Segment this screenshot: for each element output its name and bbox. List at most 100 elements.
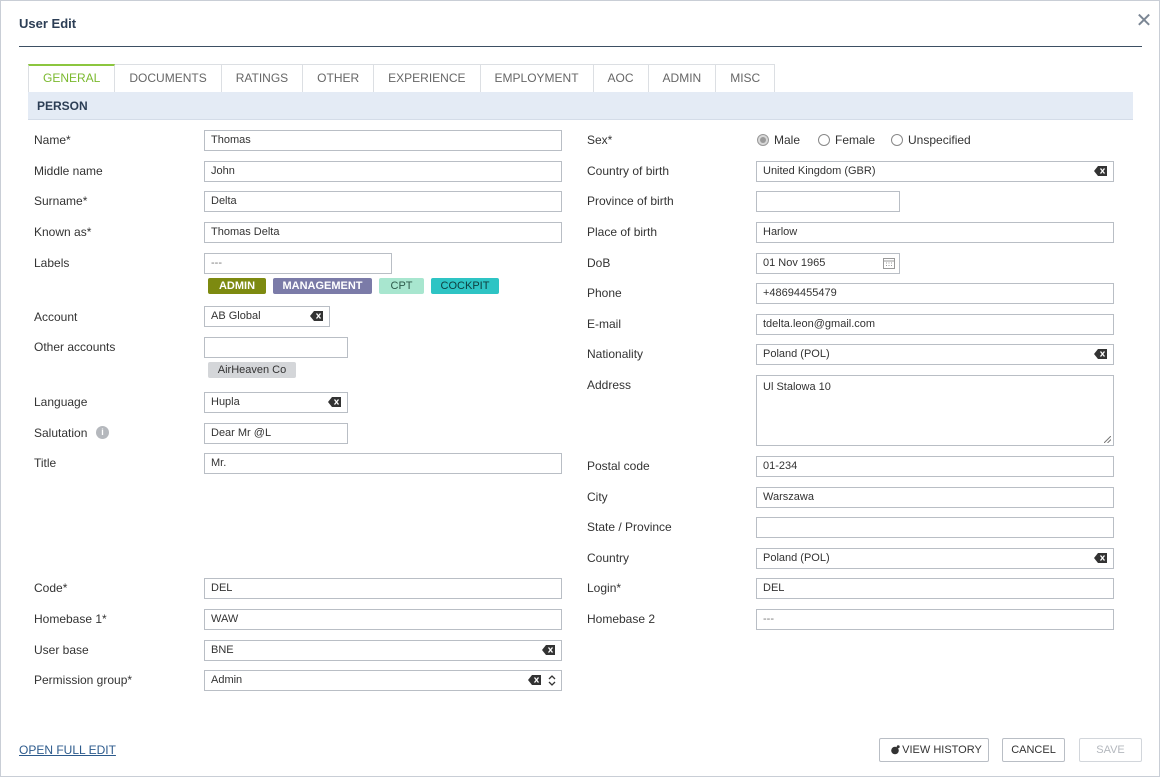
tab-employment[interactable]: EMPLOYMENT — [480, 64, 594, 92]
code-input[interactable]: DEL — [204, 578, 562, 599]
label-tag-management[interactable]: MANAGEMENT — [273, 278, 372, 294]
clear-icon[interactable] — [310, 311, 323, 321]
dob-label: DoB — [587, 256, 611, 270]
phone-input[interactable]: +48694455479 — [756, 283, 1114, 304]
postal-code-label: Postal code — [587, 459, 650, 473]
title-input[interactable]: Mr. — [204, 453, 562, 474]
tab-documents[interactable]: DOCUMENTS — [115, 64, 222, 92]
open-full-edit-link[interactable]: OPEN FULL EDIT — [19, 743, 116, 757]
name-label: Name* — [34, 133, 71, 147]
clear-icon[interactable] — [1094, 166, 1107, 176]
address-value: Ul Stalowa 10 — [763, 381, 831, 393]
code-label: Code* — [34, 581, 68, 595]
name-input[interactable]: Thomas — [204, 130, 562, 151]
login-input[interactable]: DEL — [756, 578, 1114, 599]
country-label: Country — [587, 551, 630, 565]
info-icon[interactable]: i — [96, 426, 109, 439]
tab-ratings[interactable]: RATINGS — [221, 64, 304, 92]
clear-icon[interactable] — [328, 397, 341, 407]
section-title: PERSON — [37, 99, 88, 113]
surname-label: Surname* — [34, 194, 88, 208]
homebase1-input[interactable]: WAW — [204, 609, 562, 630]
country-of-birth-select[interactable]: United Kingdom (GBR) — [756, 161, 1114, 182]
history-icon — [891, 745, 900, 755]
user-base-label: User base — [34, 643, 89, 657]
save-button[interactable]: SAVE — [1079, 738, 1142, 762]
salutation-label: Salutation — [34, 426, 88, 440]
permission-group-label: Permission group* — [34, 673, 133, 687]
country-of-birth-value: United Kingdom (GBR) — [763, 165, 876, 177]
language-label: Language — [34, 395, 88, 409]
permission-group-select[interactable]: Admin — [204, 670, 562, 691]
place-of-birth-label: Place of birth — [587, 225, 658, 239]
dob-input[interactable]: 01 Nov 1965 — [756, 253, 900, 274]
clear-icon[interactable] — [528, 675, 541, 685]
account-value: AB Global — [211, 310, 261, 322]
nationality-select[interactable]: Poland (POL) — [756, 344, 1114, 365]
cancel-button[interactable]: CANCEL — [1002, 738, 1065, 762]
tab-general[interactable]: GENERAL — [28, 64, 116, 92]
city-input[interactable]: Warszawa — [756, 487, 1114, 508]
salutation-input[interactable]: Dear Mr @L — [204, 423, 348, 444]
login-label: Login* — [587, 581, 622, 595]
email-input[interactable]: tdelta.leon@gmail.com — [756, 314, 1114, 335]
sex-label: Sex* — [587, 133, 613, 147]
resize-handle-icon[interactable] — [1104, 436, 1111, 443]
view-history-label: VIEW HISTORY — [902, 744, 982, 756]
label-tag-admin[interactable]: ADMIN — [208, 278, 266, 294]
radio-male[interactable] — [757, 134, 769, 146]
homebase2-label: Homebase 2 — [587, 612, 656, 626]
user-edit-dialog: User Edit ✕ GENERAL DOCUMENTS RATINGS OT… — [0, 0, 1160, 777]
clear-icon[interactable] — [1094, 349, 1107, 359]
user-base-select[interactable]: BNE — [204, 640, 562, 661]
chevron-updown-icon[interactable] — [548, 674, 556, 687]
label-tag-cockpit[interactable]: COCKPIT — [431, 278, 499, 294]
radio-female[interactable] — [818, 134, 830, 146]
nationality-value: Poland (POL) — [763, 348, 830, 360]
dialog-title: User Edit — [19, 16, 77, 31]
tab-aoc[interactable]: AOC — [593, 64, 649, 92]
dob-value: 01 Nov 1965 — [763, 257, 826, 269]
other-accounts-input[interactable] — [204, 337, 348, 358]
place-of-birth-input[interactable]: Harlow — [756, 222, 1114, 243]
nationality-label: Nationality — [587, 347, 644, 361]
account-label: Account — [34, 310, 78, 324]
tab-bar: GENERAL DOCUMENTS RATINGS OTHER EXPERIEN… — [28, 64, 776, 93]
tab-experience[interactable]: EXPERIENCE — [374, 64, 481, 92]
other-accounts-label: Other accounts — [34, 340, 116, 354]
title-label: Title — [34, 456, 57, 470]
clear-icon[interactable] — [1094, 553, 1107, 563]
state-label: State / Province — [587, 520, 672, 534]
address-label: Address — [587, 378, 632, 392]
view-history-button[interactable]: VIEW HISTORY — [879, 738, 989, 762]
homebase2-input[interactable]: --- — [756, 609, 1114, 630]
close-icon[interactable]: ✕ — [1135, 10, 1153, 32]
phone-label: Phone — [587, 286, 622, 300]
language-value: Hupla — [211, 396, 240, 408]
user-base-value: BNE — [211, 644, 234, 656]
clear-icon[interactable] — [542, 645, 555, 655]
address-textarea[interactable]: Ul Stalowa 10 — [756, 375, 1114, 446]
language-select[interactable]: Hupla — [204, 392, 348, 413]
city-label: City — [587, 490, 608, 504]
country-select[interactable]: Poland (POL) — [756, 548, 1114, 569]
radio-unspecified[interactable] — [891, 134, 903, 146]
surname-input[interactable]: Delta — [204, 191, 562, 212]
country-of-birth-label: Country of birth — [587, 164, 670, 178]
province-of-birth-input[interactable] — [756, 191, 900, 212]
postal-code-input[interactable]: 01-234 — [756, 456, 1114, 477]
label-tag-cpt[interactable]: CPT — [379, 278, 424, 294]
known-as-input[interactable]: Thomas Delta — [204, 222, 562, 243]
tab-misc[interactable]: MISC — [716, 64, 776, 92]
middle-name-label: Middle name — [34, 164, 103, 178]
other-account-chip[interactable]: AirHeaven Co — [208, 362, 296, 378]
calendar-icon[interactable] — [883, 257, 895, 269]
tab-admin[interactable]: ADMIN — [648, 64, 717, 92]
middle-name-input[interactable]: John — [204, 161, 562, 182]
labels-input[interactable]: --- — [204, 253, 392, 274]
section-header: PERSON — [28, 92, 1133, 120]
state-input[interactable] — [756, 517, 1114, 538]
account-select[interactable]: AB Global — [204, 306, 330, 327]
labels-label: Labels — [34, 256, 70, 270]
tab-other[interactable]: OTHER — [303, 64, 375, 92]
